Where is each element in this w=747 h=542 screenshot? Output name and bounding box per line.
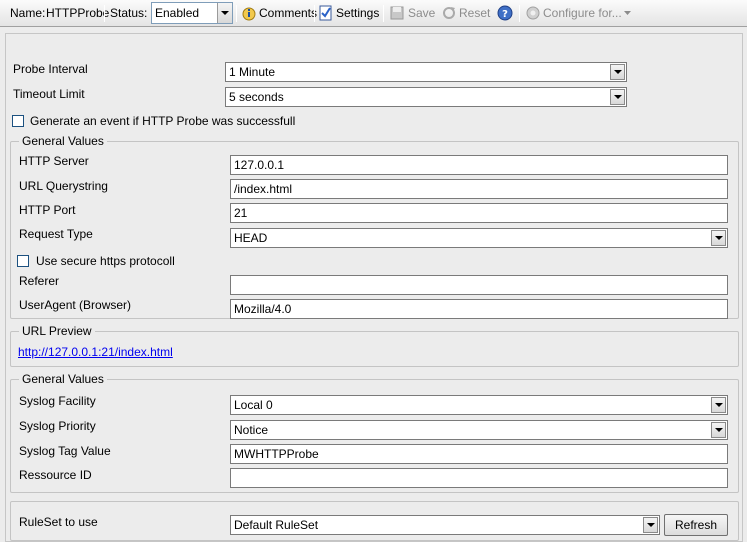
chevron-down-icon[interactable] [217, 3, 232, 23]
useragent-label: UserAgent (Browser) [19, 298, 132, 312]
toolbar-separator [236, 5, 237, 22]
referer-input[interactable] [230, 275, 728, 295]
toolbar-separator [519, 5, 520, 22]
reset-icon [443, 7, 455, 19]
timeout-limit-value: 5 seconds [229, 90, 284, 104]
syslog-facility-select[interactable]: Local 0 [230, 395, 728, 415]
status-label: Status: [110, 6, 148, 20]
comments-icon [242, 7, 256, 21]
url-querystring-label: URL Querystring [19, 179, 108, 193]
referer-label: Referer [19, 274, 60, 288]
resource-id-input[interactable] [230, 468, 728, 488]
toolbar-separator [383, 5, 384, 22]
request-type-label: Request Type [19, 227, 93, 241]
ruleset-select[interactable]: Default RuleSet [230, 515, 660, 535]
ruleset-label: RuleSet to use [19, 515, 98, 529]
chevron-down-icon[interactable] [711, 397, 726, 413]
status-dropdown[interactable]: Enabled [151, 2, 233, 24]
status-value: Enabled [155, 6, 200, 20]
save-disk-icon [390, 6, 404, 20]
toolbar-separator [104, 5, 105, 22]
syslog-facility-value: Local 0 [234, 398, 273, 412]
syslog-priority-label: Syslog Priority [19, 419, 96, 433]
group-title: General Values [19, 134, 107, 148]
request-type-select[interactable]: HEAD [230, 228, 728, 248]
svg-text:?: ? [502, 9, 508, 20]
url-querystring-input[interactable]: /index.html [230, 179, 728, 199]
syslog-tag-input[interactable]: MWHTTPProbe [230, 444, 728, 464]
secure-https-label: Use secure https protocoll [36, 254, 175, 268]
toolbar: Name: HTTPProbe Status: Enabled Comments… [0, 0, 747, 27]
probe-interval-value: 1 Minute [229, 65, 276, 79]
refresh-button[interactable]: Refresh [664, 514, 728, 536]
ruleset-group: RuleSet to use Default RuleSet Refresh [10, 501, 739, 541]
http-server-label: HTTP Server [19, 154, 89, 168]
general-values-group: General Values HTTP Server 127.0.0.1 URL… [10, 134, 739, 319]
toolbar-separator [314, 5, 315, 22]
http-server-input[interactable]: 127.0.0.1 [230, 155, 728, 175]
chevron-down-icon[interactable] [643, 517, 658, 533]
http-port-input[interactable]: 21 [230, 203, 728, 223]
url-preview-link[interactable]: http://127.0.0.1:21/index.html [18, 345, 173, 359]
secure-https-checkbox[interactable] [17, 255, 29, 267]
probe-interval-select[interactable]: 1 Minute [225, 62, 627, 82]
http-port-label: HTTP Port [19, 203, 76, 217]
syslog-priority-select[interactable]: Notice [230, 420, 728, 440]
chevron-down-icon[interactable] [610, 89, 625, 105]
probe-settings-panel: Probe Interval 1 Minute Timeout Limit 5 … [5, 33, 743, 542]
comments-label: Comments [259, 6, 318, 20]
name-label: Name: [10, 6, 46, 20]
chevron-down-icon[interactable] [711, 230, 726, 246]
request-type-value: HEAD [234, 231, 268, 245]
syslog-tag-label: Syslog Tag Value [19, 444, 111, 458]
reset-label: Reset [459, 6, 491, 20]
name-value: HTTPProbe [46, 6, 110, 20]
save-label: Save [408, 6, 436, 20]
probe-interval-label: Probe Interval [13, 62, 88, 76]
chevron-down-icon [624, 11, 631, 15]
ruleset-value: Default RuleSet [234, 518, 319, 532]
group-title: URL Preview [19, 324, 95, 338]
generate-event-checkbox[interactable] [12, 115, 24, 127]
url-preview-group: URL Preview http://127.0.0.1:21/index.ht… [10, 324, 739, 367]
resource-id-label: Ressource ID [19, 468, 92, 482]
syslog-values-group: General Values Syslog Facility Local 0 S… [10, 372, 739, 493]
generate-event-label: Generate an event if HTTP Probe was succ… [30, 114, 296, 128]
timeout-limit-label: Timeout Limit [13, 87, 85, 101]
settings-checklist-icon [319, 5, 332, 21]
syslog-priority-value: Notice [234, 423, 269, 437]
useragent-input[interactable]: Mozilla/4.0 [230, 299, 728, 319]
timeout-limit-select[interactable]: 5 seconds [225, 87, 627, 107]
settings-label: Settings [336, 6, 380, 20]
help-icon[interactable]: ? [497, 5, 513, 21]
group-title: General Values [19, 372, 107, 386]
chevron-down-icon[interactable] [610, 64, 625, 80]
configure-gear-icon [526, 6, 540, 20]
chevron-down-icon[interactable] [711, 422, 726, 438]
syslog-facility-label: Syslog Facility [19, 394, 96, 408]
configure-label: Configure for... [543, 6, 622, 20]
